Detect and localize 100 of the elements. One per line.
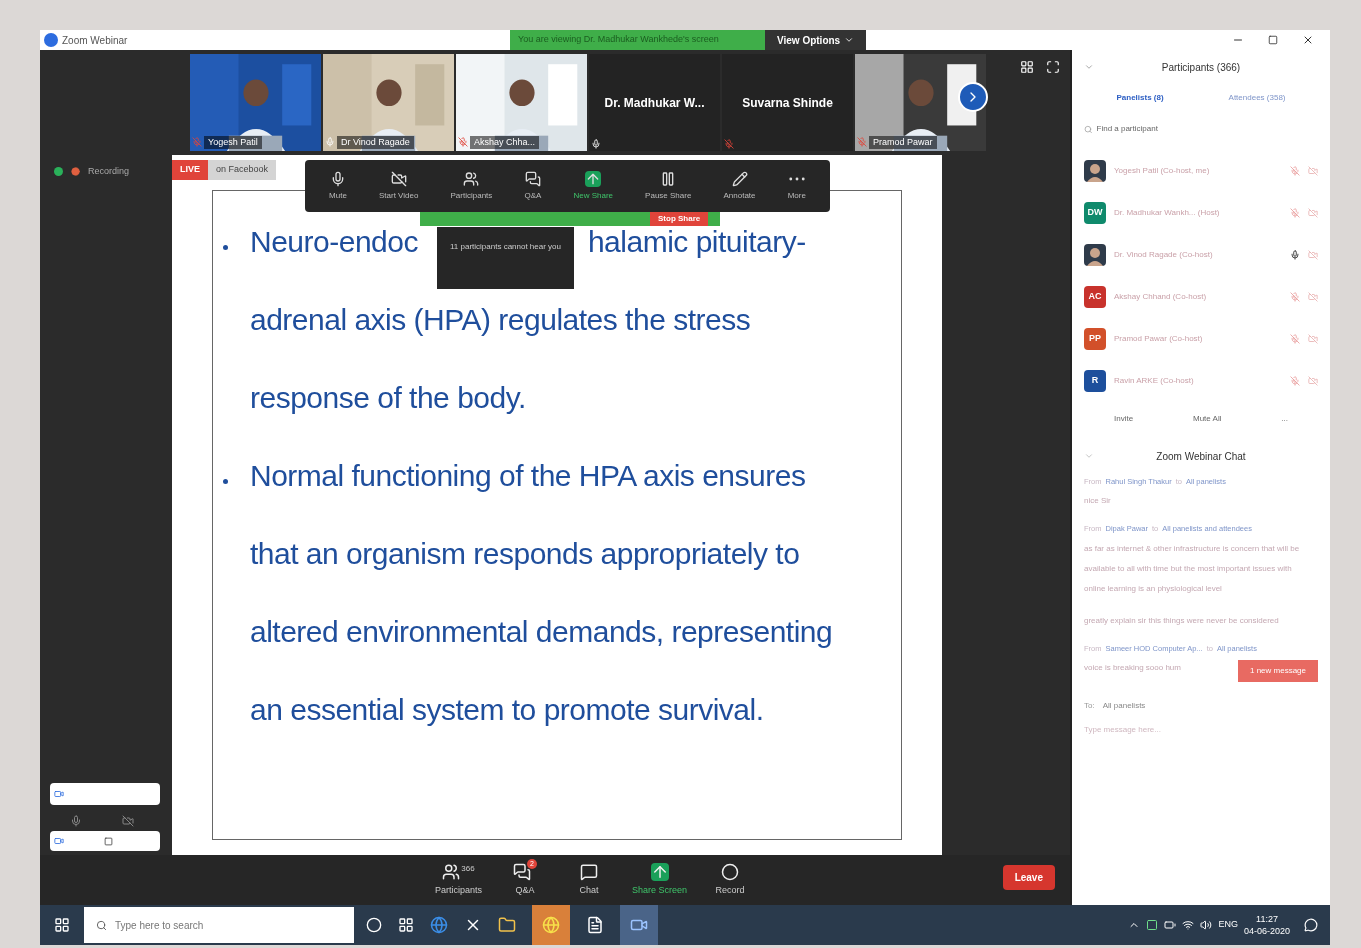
video-camera-icon <box>1308 376 1318 386</box>
wifi-icon[interactable] <box>1182 919 1195 931</box>
video-camera-icon <box>1308 334 1318 344</box>
toolbar-button[interactable]: Annotate <box>723 170 756 202</box>
video-tile[interactable]: Akshay Chha... <box>456 54 587 151</box>
video-camera-icon <box>54 836 64 846</box>
participant-name: Dr. Madhukar W... <box>604 94 705 112</box>
caret-icon <box>844 35 855 45</box>
chat-message: nice Sir <box>1084 495 1111 508</box>
video-tile[interactable]: Yogesh Patil <box>190 54 321 151</box>
close-icon[interactable] <box>1302 34 1314 46</box>
slide-text: Normal functioning of the HPA axis ensures <box>250 459 806 493</box>
name-tile[interactable]: Suvarna Shinde <box>722 54 853 151</box>
video-app-taskbar-button[interactable] <box>620 905 658 945</box>
view-options-button[interactable]: View Options <box>765 30 867 50</box>
recording-label: Recording <box>88 165 130 178</box>
avatar: PP <box>1084 328 1106 350</box>
toolbar-button[interactable]: Chat <box>568 862 611 898</box>
share-banner: You are viewing Dr. Madhukar Wankhede's screen <box>510 30 765 50</box>
toolbar-button[interactable]: New Share <box>573 170 613 202</box>
bullet-icon <box>223 245 228 250</box>
video-camera-icon[interactable] <box>122 815 134 827</box>
participant-name: Akshay Chhand (Co-host) <box>1114 291 1208 303</box>
participant-name: Suvarna Shinde <box>742 94 833 112</box>
recipient-dropdown[interactable]: All panelists <box>1102 699 1146 712</box>
participant-name: Dr. Madhukar Wankh... (Host) <box>1114 207 1221 219</box>
stop-share-button[interactable]: Stop Share <box>650 212 709 226</box>
toolbar-button[interactable]: Participants <box>450 170 493 202</box>
clock-date: 04-06-2020 <box>1243 925 1290 937</box>
video-camera-icon <box>54 789 64 799</box>
toolbar-button[interactable]: Mute <box>329 170 347 202</box>
toolbar-button[interactable]: Record <box>709 862 752 898</box>
participant-name: Dr Vinod Ragade <box>337 135 414 149</box>
slide-text: response of the body. <box>250 381 526 415</box>
maximize-icon[interactable] <box>1268 35 1278 45</box>
gallery-view-icon[interactable] <box>1020 60 1034 74</box>
live-destination: on Facebook <box>208 160 277 180</box>
volume-icon[interactable] <box>1200 919 1213 931</box>
search-field[interactable]: Find a participant <box>1096 123 1318 135</box>
participant-name: Akshay Chha... <box>470 135 540 149</box>
chat-message: as far as internet & other infrastructure is concern that will be available to all with time but the most important issues with online learning is an physiological level <box>1084 542 1301 595</box>
language-indicator[interactable]: ENG <box>1218 918 1238 932</box>
toolbar-button[interactable]: Share Screen <box>632 862 688 898</box>
app-icon <box>44 33 58 47</box>
microphone-icon[interactable] <box>70 815 82 827</box>
panel-title: Participants (366) <box>1161 60 1241 75</box>
record-icon <box>71 167 80 177</box>
toolbar-button[interactable]: 366 Participants <box>435 862 483 898</box>
slide-text: an essential system to promote survival. <box>250 693 764 727</box>
participant-row[interactable]: DW Dr. Madhukar Wankh... (Host) <box>1084 192 1318 234</box>
video-camera-icon <box>1308 208 1318 218</box>
video-tile[interactable]: Pramod Pawar <box>855 54 986 151</box>
panel-title: Zoom Webinar Chat <box>1156 449 1246 464</box>
slide-text: halamic pituitary- <box>587 225 806 259</box>
fullscreen-icon[interactable] <box>1046 60 1060 74</box>
chat-message: greatly explain sir this things were never be considered <box>1084 614 1279 627</box>
task-view-icon[interactable] <box>398 917 414 933</box>
message-input[interactable]: Type message here... <box>1084 723 1318 736</box>
participant-row[interactable]: AC Akshay Chhand (Co-host) <box>1084 276 1318 318</box>
slide-text: adrenal axis (HPA) regulates the stress <box>250 303 751 337</box>
panel-action-button[interactable]: Invite <box>1113 413 1134 425</box>
speech-bubbles-icon <box>524 170 541 187</box>
panel-action-button[interactable]: ... <box>1281 413 1289 425</box>
pencil-icon <box>731 170 748 187</box>
tray-app-icon[interactable] <box>1146 919 1159 931</box>
browser-icon[interactable] <box>430 916 448 934</box>
video-camera-icon <box>390 170 407 187</box>
video-tile[interactable]: Dr Vinod Ragade <box>323 54 454 151</box>
name-tile[interactable]: Dr. Madhukar W... <box>589 54 720 151</box>
document-icon[interactable] <box>586 916 604 934</box>
toolbar-button[interactable]: Pause Share <box>645 170 692 202</box>
folder-icon[interactable] <box>498 916 516 934</box>
battery-icon[interactable] <box>1164 919 1177 931</box>
toolbar-button[interactable]: Q&A <box>524 170 542 202</box>
speech-bubbles-icon <box>513 862 532 881</box>
toolbar-button[interactable]: Start Video <box>378 170 419 202</box>
avatar: DW <box>1084 202 1106 224</box>
slide-text: altered environmental demands, representing <box>250 615 833 649</box>
leave-button[interactable]: Leave <box>1002 865 1055 890</box>
people-icon <box>463 170 480 187</box>
participant-name: Ravin ARKE (Co-host) <box>1114 375 1195 387</box>
taskbar-search-field[interactable]: Type here to search <box>115 907 342 943</box>
taskbar-search[interactable]: Type here to search <box>84 907 354 943</box>
cortana-icon[interactable] <box>366 917 382 933</box>
participant-row[interactable]: PP Pramod Pawar (Co-host) <box>1084 318 1318 360</box>
people-icon <box>442 862 461 881</box>
notifications-icon[interactable] <box>1304 918 1318 932</box>
browser-icon <box>542 916 560 934</box>
live-badge: LIVE <box>172 160 208 180</box>
panel-action-button[interactable]: Mute All <box>1193 413 1222 425</box>
search-icon <box>1084 124 1093 134</box>
video-camera-icon <box>1308 292 1318 302</box>
start-icon[interactable] <box>54 917 70 933</box>
panel-tab[interactable]: Panelists (8) <box>1116 92 1164 104</box>
record-icon <box>721 862 740 881</box>
avatar: AC <box>1084 286 1106 308</box>
window-title: Zoom Webinar <box>62 33 128 48</box>
participant-name: Pramod Pawar <box>869 135 937 149</box>
participant-row[interactable]: R Ravin ARKE (Co-host) <box>1084 360 1318 402</box>
toolbar-button[interactable]: More <box>787 170 806 202</box>
